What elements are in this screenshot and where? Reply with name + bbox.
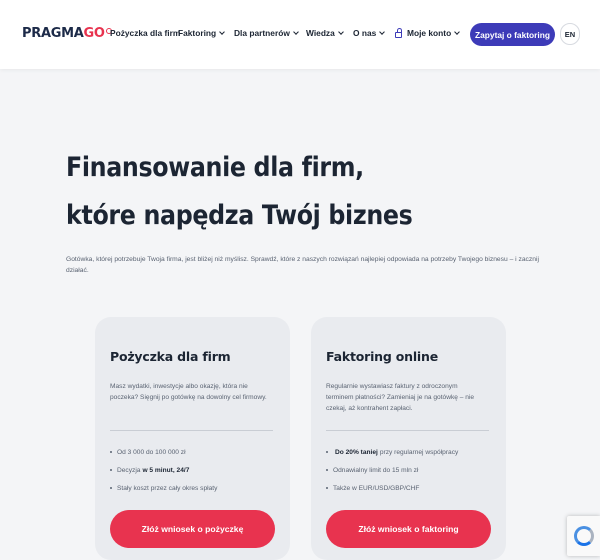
bullet-icon	[110, 487, 112, 489]
nav-item-label: Dla partnerów	[234, 28, 290, 38]
apply-factoring-button[interactable]: Złóż wniosek o faktoring	[326, 510, 491, 548]
bullet-icon	[110, 451, 112, 453]
card-title: Pożyczka dla firm	[110, 349, 231, 364]
nav-item-faktoring[interactable]: Faktoring	[178, 28, 225, 38]
hero-description: Gotówka, której potrzebuje Twoja firma, …	[66, 256, 539, 274]
language-switch-button[interactable]: EN	[560, 23, 580, 45]
feature-text: Od 3 000 do 100 000 zł	[117, 448, 186, 456]
card-divider	[110, 430, 273, 431]
feature-text: przy regularnej współpracy	[379, 448, 459, 456]
nav-item-label: O nas	[353, 28, 377, 38]
apply-loan-button[interactable]: Złóż wniosek o pożyczkę	[110, 510, 275, 548]
feature-highlight: Do 20% taniej	[335, 448, 378, 456]
site-header: PRAGMA GO Pożyczka dla firm Faktoring Dla…	[0, 0, 600, 69]
logo-accent-text: GO	[83, 26, 105, 41]
feature-text: Odnawialny limit do 15 mln zł	[333, 466, 419, 474]
feature-item: Decyzja w 5 minut, 24/7	[110, 461, 217, 479]
nav-item-label: Moje konto	[407, 28, 452, 38]
product-card-factoring: Faktoring online Regularnie wystawiasz f…	[311, 317, 506, 560]
chevron-down-icon	[337, 28, 344, 35]
nav-item-label: Pożyczka dla firm	[110, 28, 181, 38]
chevron-down-icon	[454, 28, 461, 35]
chevron-down-icon	[219, 28, 225, 35]
feature-text: Także w EUR/USD/GBP/CHF	[333, 484, 420, 492]
lock-icon	[395, 27, 402, 38]
card-title: Faktoring online	[326, 349, 438, 364]
nav-item-pozyczka[interactable]: Pożyczka dla firm	[110, 28, 180, 38]
nav-item-moje-konto[interactable]: Moje konto	[395, 27, 461, 38]
product-card-loan: Pożyczka dla firm Masz wydatki, inwestyc…	[95, 317, 290, 560]
feature-text: Decyzja	[117, 466, 141, 474]
feature-item: Także w EUR/USD/GBP/CHF	[326, 479, 458, 497]
bullet-icon	[110, 469, 112, 471]
feature-item: Do 20% taniej przy regularnej współpracy	[326, 443, 458, 461]
card-description: Masz wydatki, inwestycje albo okazję, kt…	[110, 383, 267, 401]
page-title: Finansowanie dla firm, które napędza Twó…	[66, 144, 413, 240]
bullet-icon	[326, 451, 328, 453]
feature-text: Stały koszt przez cały okres spłaty	[117, 484, 218, 492]
chevron-down-icon	[293, 28, 299, 35]
nav-item-wiedza[interactable]: Wiedza	[306, 28, 344, 38]
logo-main-text: PRAGMA	[22, 26, 84, 41]
nav-item-label: Faktoring	[178, 28, 217, 38]
chevron-down-icon	[379, 28, 386, 35]
feature-highlight: w 5 minut, 24/7	[142, 466, 190, 474]
feature-item: Odnawialny limit do 15 mln zł	[326, 461, 458, 479]
bullet-icon	[326, 469, 328, 471]
bullet-icon	[326, 487, 328, 489]
ask-factoring-button[interactable]: Zapytaj o faktoring	[470, 23, 555, 46]
feature-list: Do 20% taniej przy regularnej współpracy …	[326, 443, 458, 497]
pragmago-logo[interactable]: PRAGMA GO	[22, 26, 112, 41]
feature-item: Stały koszt przez cały okres spłaty	[110, 479, 217, 497]
nav-item-o-nas[interactable]: O nas	[353, 28, 386, 38]
feature-list: Od 3 000 do 100 000 zł Decyzja w 5 minut,…	[110, 443, 217, 497]
card-description: Regularnie wystawiasz faktury z odroczon…	[326, 383, 475, 412]
recaptcha-badge[interactable]	[567, 516, 600, 556]
feature-item: Od 3 000 do 100 000 zł	[110, 443, 217, 461]
recaptcha-icon	[573, 526, 594, 546]
nav-item-label: Wiedza	[306, 28, 335, 38]
nav-item-partnerzy[interactable]: Dla partnerów	[234, 28, 299, 38]
title-line-2: które napędza Twój biznes	[66, 200, 413, 231]
card-divider	[326, 430, 489, 431]
title-line-1: Finansowanie dla firm,	[66, 152, 364, 183]
